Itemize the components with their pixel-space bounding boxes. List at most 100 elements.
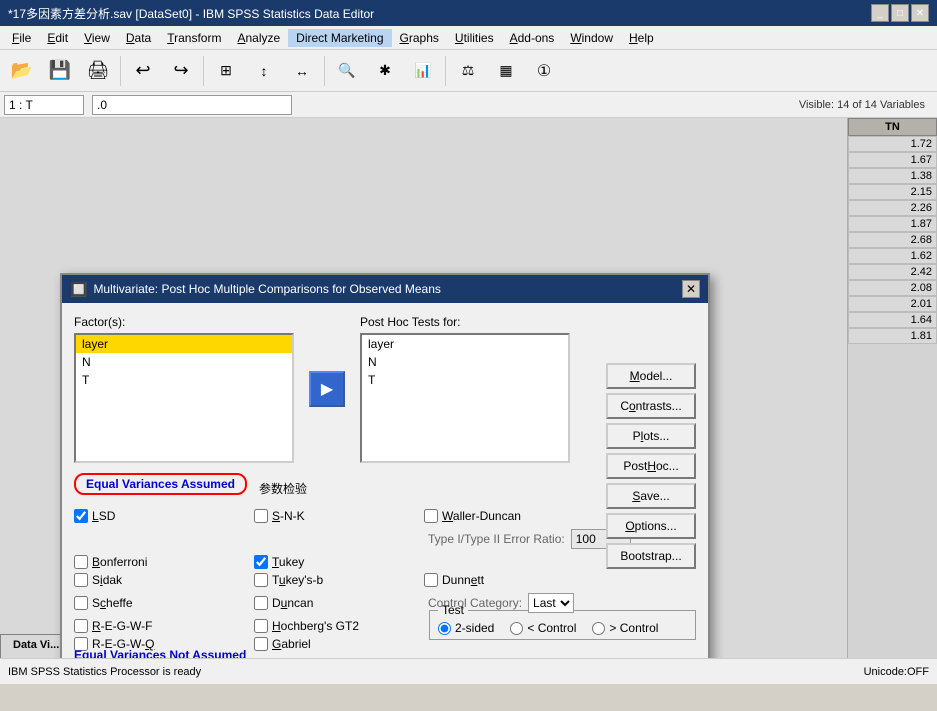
tukey-checkbox[interactable] — [254, 555, 268, 569]
close-window-button[interactable]: ✕ — [911, 4, 929, 22]
tukeyb-label: Tukey's-b — [272, 573, 323, 587]
factor-layer[interactable]: layer — [76, 335, 292, 353]
toolbar-btn-11[interactable]: ① — [526, 53, 562, 89]
menu-help[interactable]: Help — [621, 29, 662, 47]
snk-checkbox[interactable] — [254, 509, 268, 523]
gabriel-checkbox[interactable] — [254, 637, 268, 651]
toolbar-btn-9[interactable]: ⚖ — [450, 53, 486, 89]
dialog-icon: 🔲 — [70, 281, 87, 298]
bonferroni-label: Bonferroni — [92, 555, 147, 569]
toolbar: 📂 💾 🖨 ↩ ↪ ⊞ ↕ ↔ 🔍 ✱ 📊 ⚖ ▦ ① — [0, 50, 937, 92]
bonferroni-row: Bonferroni — [74, 555, 254, 569]
gabriel-label: Gabriel — [272, 637, 311, 651]
open-button[interactable]: 📂 — [4, 53, 40, 89]
status-text: IBM SPSS Statistics Processor is ready — [8, 666, 201, 678]
menu-edit[interactable]: Edit — [39, 29, 76, 47]
factor-t[interactable]: T — [76, 371, 292, 389]
toolbar-btn-10[interactable]: ▦ — [488, 53, 524, 89]
dialog-body: Model... Contrasts... Plots... Post Hoc.… — [62, 303, 708, 658]
bootstrap-button[interactable]: Bootstrap... — [606, 543, 696, 569]
radio-2sided-label: 2-sided — [438, 621, 494, 635]
radio-greater[interactable] — [592, 622, 605, 635]
dialog-title-bar: 🔲 Multivariate: Post Hoc Multiple Compar… — [62, 275, 708, 303]
menu-addons[interactable]: Add-ons — [502, 29, 563, 47]
tukey-label: Tukey — [272, 555, 304, 569]
model-button[interactable]: Model... — [606, 363, 696, 389]
menu-view[interactable]: View — [76, 29, 118, 47]
menu-direct-marketing[interactable]: Direct Marketing — [288, 29, 391, 47]
print-button[interactable]: 🖨 — [80, 53, 116, 89]
menu-analyze[interactable]: Analyze — [229, 29, 288, 47]
menu-graphs[interactable]: Graphs — [392, 29, 447, 47]
save-button[interactable]: 💾 — [42, 53, 78, 89]
toolbar-btn-7[interactable]: ✱ — [367, 53, 403, 89]
move-right-button[interactable]: ▶ — [309, 371, 345, 407]
snk-label: S-N-K — [272, 509, 305, 523]
equal-var-label: Equal Variances Assumed — [74, 473, 247, 495]
sidak-row: Sidak — [74, 573, 254, 587]
dialog-title-text: 🔲 Multivariate: Post Hoc Multiple Compar… — [70, 281, 441, 298]
contrasts-button[interactable]: Contrasts... — [606, 393, 696, 419]
lsd-checkbox[interactable] — [74, 509, 88, 523]
scheffe-checkbox[interactable] — [74, 596, 88, 610]
forward-button[interactable]: ↪ — [163, 53, 199, 89]
toolbar-btn-8[interactable]: 📊 — [405, 53, 441, 89]
empty-1 — [74, 527, 254, 551]
regwf-checkbox[interactable] — [74, 619, 88, 633]
posthoc-n[interactable]: N — [362, 353, 568, 371]
equal-var-section: Equal Variances Assumed 参数检验 LSD S-N-K — [74, 473, 696, 658]
empty-2 — [254, 527, 424, 551]
posthoc-layer[interactable]: layer — [362, 335, 568, 353]
dialog-close-button[interactable]: ✕ — [682, 280, 700, 298]
menu-data[interactable]: Data — [118, 29, 159, 47]
menu-utilities[interactable]: Utilities — [447, 29, 502, 47]
plots-button[interactable]: Plots... — [606, 423, 696, 449]
posthoc-label: Post Hoc Tests for: — [360, 315, 570, 329]
minimize-button[interactable]: _ — [871, 4, 889, 22]
test-legend: Test — [438, 603, 468, 617]
menu-transform[interactable]: Transform — [159, 29, 229, 47]
menu-file[interactable]: File — [4, 29, 39, 47]
toolbar-btn-4[interactable]: ↕ — [246, 53, 282, 89]
dunnett-checkbox[interactable] — [424, 573, 438, 587]
sidak-checkbox[interactable] — [74, 573, 88, 587]
bonferroni-checkbox[interactable] — [74, 555, 88, 569]
waller-checkbox[interactable] — [424, 509, 438, 523]
posthoc-t[interactable]: T — [362, 371, 568, 389]
back-button[interactable]: ↩ — [125, 53, 161, 89]
dunnett-label: Dunnett — [442, 573, 484, 587]
factors-listbox[interactable]: layer N T — [74, 333, 294, 463]
variable-bar: Visible: 14 of 14 Variables — [0, 92, 937, 118]
regwf-label: R-E-G-W-F — [92, 619, 152, 633]
data-area: TN 1.72 1.67 1.38 2.15 2.26 1.87 2.68 1.… — [0, 118, 937, 658]
radio-less[interactable] — [510, 622, 523, 635]
toolbar-separator-2 — [203, 56, 204, 86]
sidak-label: Sidak — [92, 573, 122, 587]
menu-window[interactable]: Window — [562, 29, 621, 47]
maximize-button[interactable]: □ — [891, 4, 909, 22]
posthoc-listbox[interactable]: layer N T — [360, 333, 570, 463]
factor-n[interactable]: N — [76, 353, 292, 371]
status-bar: IBM SPSS Statistics Processor is ready U… — [0, 658, 937, 684]
options-button[interactable]: Options... — [606, 513, 696, 539]
radio-2sided[interactable] — [438, 622, 451, 635]
visible-vars-label: Visible: 14 of 14 Variables — [799, 99, 933, 111]
title-bar: *17多因素方差分析.sav [DataSet0] - IBM SPSS Sta… — [0, 0, 937, 26]
post-hoc-dialog: 🔲 Multivariate: Post Hoc Multiple Compar… — [60, 273, 710, 658]
duncan-checkbox[interactable] — [254, 596, 268, 610]
toolbar-btn-3[interactable]: ⊞ — [208, 53, 244, 89]
tukeyb-checkbox[interactable] — [254, 573, 268, 587]
lsd-label: LSD — [92, 509, 115, 523]
posthoc-button[interactable]: Post Hoc... — [606, 453, 696, 479]
variable-value-input[interactable] — [92, 95, 292, 115]
menu-bar: File Edit View Data Transform Analyze Di… — [0, 26, 937, 50]
dunnett-row: Dunnett — [424, 573, 654, 587]
empty-test2 — [424, 637, 654, 651]
toolbar-btn-6[interactable]: 🔍 — [329, 53, 365, 89]
toolbar-btn-5[interactable]: ↔ — [284, 53, 320, 89]
save-button-dialog[interactable]: Save... — [606, 483, 696, 509]
control-cat-select[interactable]: Last First — [528, 593, 574, 613]
variable-name-input[interactable] — [4, 95, 84, 115]
hochberg-checkbox[interactable] — [254, 619, 268, 633]
radio-greater-label: > Control — [592, 621, 658, 635]
